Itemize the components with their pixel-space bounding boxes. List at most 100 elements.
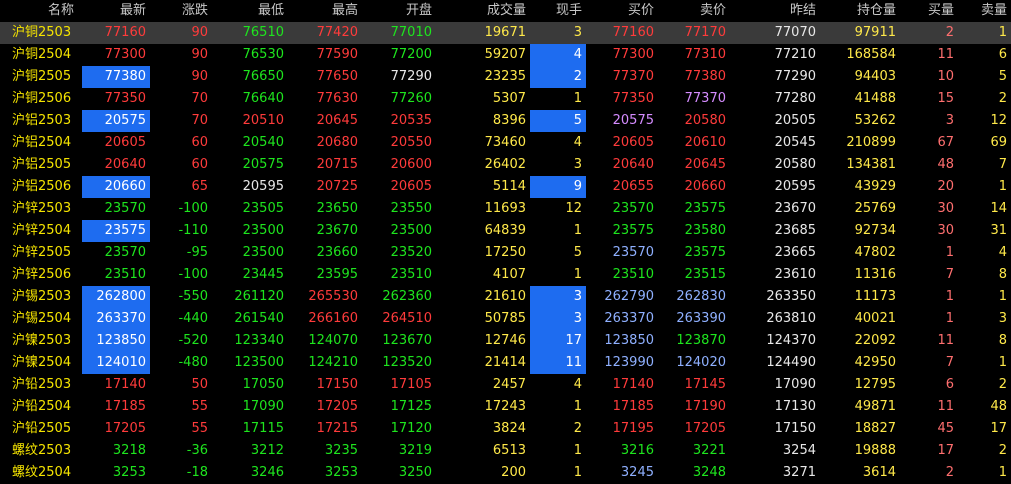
cell-ask-qty: 8 — [998, 333, 1007, 348]
cell-ask: 23580 — [684, 223, 726, 238]
table-row[interactable]: 沪锡2503 262800 -550 261120 265530 262360 21610 3… — [0, 286, 1011, 308]
table-row[interactable]: 沪锌2504 23575 -110 23500 23670 23500 64839 1 2357… — [0, 220, 1011, 242]
table-row[interactable]: 沪铜2503 77160 90 76510 77420 77010 19671 3 77160 7… — [0, 22, 1011, 44]
cell-prev: 23610 — [774, 267, 816, 282]
col-header-ask[interactable]: 卖价 — [658, 0, 730, 22]
col-header-open[interactable]: 开盘 — [362, 0, 436, 22]
cell-ask-qty: 8 — [998, 267, 1007, 282]
cell-low: 20510 — [242, 113, 284, 128]
table-row[interactable]: 沪铜2505 77380 90 76650 77650 77290 23235 2 77370 7… — [0, 66, 1011, 88]
table-row[interactable]: 沪镍2503 123850 -520 123340 124070 123670 12746 1… — [0, 330, 1011, 352]
cell-prev: 17150 — [774, 421, 816, 436]
cell-last: 23570 — [104, 201, 146, 216]
col-header-last[interactable]: 最新 — [82, 0, 150, 22]
table-row[interactable]: 沪锌2506 23510 -100 23445 23595 23510 4107 1 23510… — [0, 264, 1011, 286]
table-row[interactable]: 沪铝2506 20660 65 20595 20725 20605 5114 9 20655 20… — [0, 176, 1011, 198]
cell-open: 264510 — [382, 311, 432, 326]
cell-bid-qty: 45 — [937, 421, 954, 436]
cell-ask: 23515 — [684, 267, 726, 282]
cell-oi: 49871 — [854, 399, 896, 414]
cell-bid: 23570 — [612, 245, 654, 260]
table-row[interactable]: 沪锡2504 263370 -440 261540 266160 264510 50785 3… — [0, 308, 1011, 330]
cell-change: -100 — [178, 267, 208, 282]
cell-ask-qty: 14 — [990, 201, 1007, 216]
cell-volume: 2457 — [492, 377, 526, 392]
col-header-low[interactable]: 最低 — [212, 0, 288, 22]
cell-last: 20605 — [104, 135, 146, 150]
table-row[interactable]: 沪铝2504 20605 60 20540 20680 20550 73460 4 20605 2… — [0, 132, 1011, 154]
cell-bid-qty: 1 — [945, 311, 954, 326]
col-header-bid[interactable]: 买价 — [586, 0, 658, 22]
col-header-prev[interactable]: 昨结 — [730, 0, 820, 22]
col-header-hand[interactable]: 现手 — [530, 0, 586, 22]
cell-change: 55 — [191, 421, 208, 436]
cell-name: 沪镍2503 — [12, 333, 72, 348]
cell-bid-qty: 67 — [937, 135, 954, 150]
cell-low: 23445 — [242, 267, 284, 282]
table-row[interactable]: 沪铜2506 77350 70 76640 77630 77260 5307 1 77350 77… — [0, 88, 1011, 110]
cell-last: 20575 — [82, 110, 150, 132]
cell-bid-qty: 1 — [945, 289, 954, 304]
cell-low: 17115 — [242, 421, 284, 436]
table-row[interactable]: 沪锌2503 23570 -100 23505 23650 23550 11693 12 235… — [0, 198, 1011, 220]
cell-open: 123670 — [382, 333, 432, 348]
cell-ask: 3248 — [692, 465, 726, 480]
cell-low: 123340 — [234, 333, 284, 348]
cell-ask-qty: 48 — [990, 399, 1007, 414]
cell-prev: 20545 — [774, 135, 816, 150]
cell-prev: 77070 — [774, 25, 816, 40]
cell-prev: 23670 — [774, 201, 816, 216]
cell-hand: 1 — [573, 91, 582, 106]
col-header-bid-qty[interactable]: 买量 — [900, 0, 958, 22]
cell-name: 沪锡2503 — [12, 289, 72, 304]
cell-ask: 17190 — [684, 399, 726, 414]
cell-bid: 20605 — [612, 135, 654, 150]
cell-bid-qty: 10 — [937, 69, 954, 84]
cell-bid: 262790 — [604, 289, 654, 304]
table-row[interactable]: 沪铅2505 17205 55 17115 17215 17120 3824 2 17195 17… — [0, 418, 1011, 440]
cell-change: -110 — [178, 223, 208, 238]
cell-ask: 263390 — [676, 311, 726, 326]
table-row[interactable]: 沪镍2504 124010 -480 123500 124210 123520 21414 1… — [0, 352, 1011, 374]
cell-open: 77290 — [390, 69, 432, 84]
cell-bid: 20640 — [612, 157, 654, 172]
cell-ask-qty: 6 — [998, 47, 1007, 62]
cell-change: 90 — [191, 25, 208, 40]
cell-low: 20540 — [242, 135, 284, 150]
table-row[interactable]: 螺纹2504 3253 -18 3246 3253 3250 200 1 3245 3248 327… — [0, 462, 1011, 484]
cell-last: 17205 — [104, 421, 146, 436]
cell-prev: 263810 — [766, 311, 816, 326]
col-header-name[interactable]: 名称 — [0, 0, 82, 22]
cell-volume: 64839 — [484, 223, 526, 238]
cell-ask-qty: 3 — [998, 311, 1007, 326]
table-row[interactable]: 沪铝2505 20640 60 20575 20715 20600 26402 3 20640 2… — [0, 154, 1011, 176]
cell-low: 17090 — [242, 399, 284, 414]
cell-hand: 1 — [573, 399, 582, 414]
table-row[interactable]: 沪铝2503 20575 70 20510 20645 20535 8396 5 20575 20… — [0, 110, 1011, 132]
cell-high: 23660 — [316, 245, 358, 260]
cell-low: 23505 — [242, 201, 284, 216]
cell-change: 60 — [191, 157, 208, 172]
col-header-volume[interactable]: 成交量 — [436, 0, 530, 22]
cell-last: 20660 — [82, 176, 150, 198]
col-header-ask-qty[interactable]: 卖量 — [958, 0, 1011, 22]
cell-prev: 23665 — [774, 245, 816, 260]
cell-high: 20715 — [316, 157, 358, 172]
cell-change: -95 — [186, 245, 208, 260]
cell-oi: 40021 — [854, 311, 896, 326]
table-row[interactable]: 沪铅2504 17185 55 17090 17205 17125 17243 1 17185 1… — [0, 396, 1011, 418]
table-row[interactable]: 螺纹2503 3218 -36 3212 3235 3219 6513 1 3216 3221 32… — [0, 440, 1011, 462]
cell-bid-qty: 11 — [937, 47, 954, 62]
col-header-change[interactable]: 涨跌 — [150, 0, 212, 22]
table-row[interactable]: 沪锌2505 23570 -95 23500 23660 23520 17250 5 23570… — [0, 242, 1011, 264]
cell-change: -36 — [186, 443, 208, 458]
col-header-oi[interactable]: 持仓量 — [820, 0, 900, 22]
cell-ask-qty: 17 — [990, 421, 1007, 436]
table-row[interactable]: 沪铅2503 17140 50 17050 17150 17105 2457 4 17140 17… — [0, 374, 1011, 396]
cell-open: 3219 — [398, 443, 432, 458]
cell-oi: 22092 — [854, 333, 896, 348]
table-row[interactable]: 沪铜2504 77300 90 76530 77590 77200 59207 4 77300 7… — [0, 44, 1011, 66]
cell-bid: 77350 — [612, 91, 654, 106]
col-header-high[interactable]: 最高 — [288, 0, 362, 22]
cell-open: 20535 — [390, 113, 432, 128]
